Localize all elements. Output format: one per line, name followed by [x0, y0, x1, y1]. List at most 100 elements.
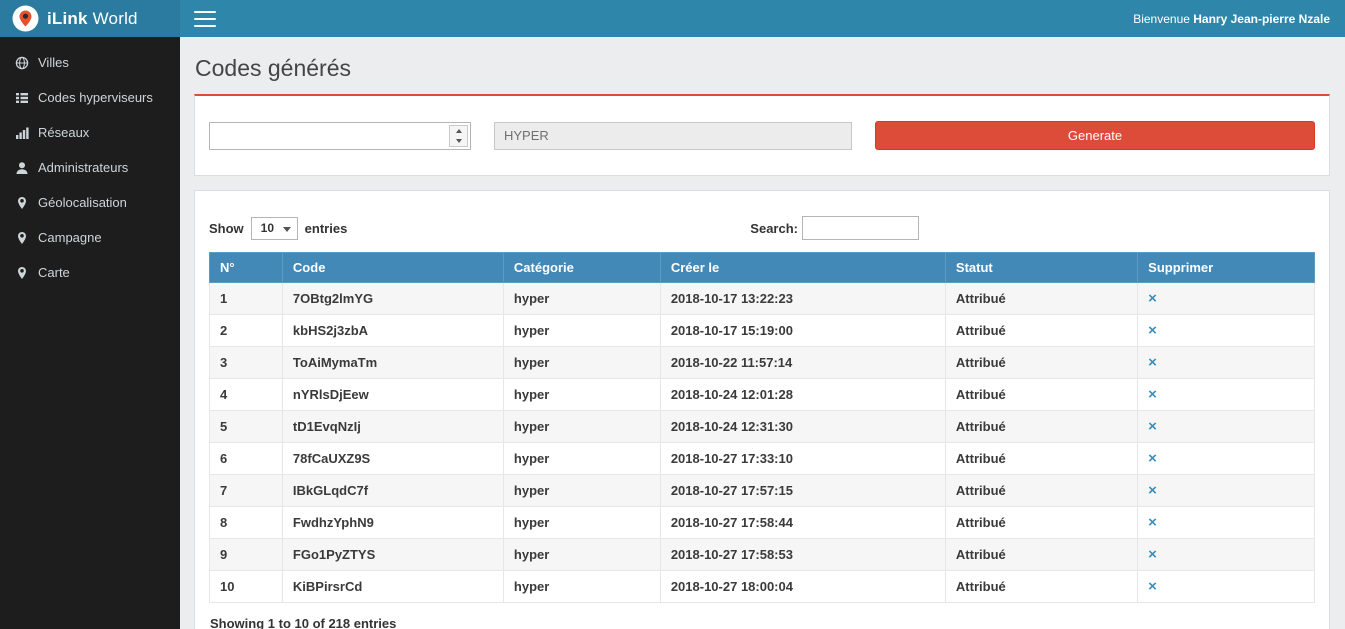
column-header[interactable]: Créer le [660, 253, 945, 283]
row-num: 9 [210, 539, 283, 571]
row-delete-cell: × [1138, 571, 1315, 603]
globe-icon [15, 56, 29, 70]
welcome-text: Bienvenue Hanry Jean-pierre Nzale [1133, 12, 1330, 26]
row-category: hyper [503, 379, 660, 411]
page-length-select[interactable]: 10 [261, 221, 275, 235]
sidebar-item-geolocalisation[interactable]: Géolocalisation [0, 185, 180, 220]
close-icon[interactable]: × [1148, 450, 1157, 467]
sidebar-item-codes-hyperviseurs[interactable]: Codes hyperviseurs [0, 80, 180, 115]
welcome-prefix: Bienvenue [1133, 12, 1190, 26]
row-created: 2018-10-27 18:00:04 [660, 571, 945, 603]
sidebar-item-label: Géolocalisation [38, 195, 127, 210]
generate-button[interactable]: Generate [875, 121, 1315, 150]
row-status: Attribué [945, 347, 1137, 379]
sidebar-item-campagne[interactable]: Campagne [0, 220, 180, 255]
row-category: hyper [503, 283, 660, 315]
sidebar-item-label: Campagne [38, 230, 102, 245]
row-delete-cell: × [1138, 379, 1315, 411]
entries-label: entries [305, 221, 348, 236]
close-icon[interactable]: × [1148, 290, 1157, 307]
row-status: Attribué [945, 379, 1137, 411]
table-row: 678fCaUXZ9Shyper2018-10-27 17:33:10Attri… [210, 443, 1315, 475]
row-category: hyper [503, 411, 660, 443]
close-icon[interactable]: × [1148, 386, 1157, 403]
signal-icon [15, 126, 29, 140]
sidebar-item-administrateurs[interactable]: Administrateurs [0, 150, 180, 185]
table-controls: Show 10 entries Search: [209, 216, 1315, 240]
table-row: 9FGo1PyZTYShyper2018-10-27 17:58:53Attri… [210, 539, 1315, 571]
close-icon[interactable]: × [1148, 578, 1157, 595]
close-icon[interactable]: × [1148, 354, 1157, 371]
row-category: hyper [503, 507, 660, 539]
table-head: N°CodeCatégorieCréer leStatutSupprimer [210, 253, 1315, 283]
spinner-down-icon[interactable] [450, 136, 467, 146]
row-code: FwdhzYphN9 [282, 507, 503, 539]
row-category: hyper [503, 315, 660, 347]
row-num: 6 [210, 443, 283, 475]
brand-light: World [93, 9, 138, 28]
column-header[interactable]: Code [282, 253, 503, 283]
page-length-select-wrap[interactable]: 10 [251, 217, 298, 240]
category-field[interactable] [494, 122, 852, 150]
user-icon [15, 161, 29, 175]
row-created: 2018-10-27 17:57:15 [660, 475, 945, 507]
sidebar-item-label: Carte [38, 265, 70, 280]
brand-bold: iLink [47, 9, 88, 28]
topbar-main: Bienvenue Hanry Jean-pierre Nzale [180, 0, 1345, 37]
map-marker-icon [15, 231, 29, 245]
topbar: iLink World Bienvenue Hanry Jean-pierre … [0, 0, 1345, 37]
close-icon[interactable]: × [1148, 514, 1157, 531]
row-num: 7 [210, 475, 283, 507]
row-status: Attribué [945, 411, 1137, 443]
row-status: Attribué [945, 283, 1137, 315]
sidebar-item-villes[interactable]: Villes [0, 45, 180, 80]
row-created: 2018-10-17 15:19:00 [660, 315, 945, 347]
table-row: 2kbHS2j3zbAhyper2018-10-17 15:19:00Attri… [210, 315, 1315, 347]
row-delete-cell: × [1138, 475, 1315, 507]
column-header[interactable]: N° [210, 253, 283, 283]
table-row: 8FwdhzYphN9hyper2018-10-27 17:58:44Attri… [210, 507, 1315, 539]
sidebar-item-carte[interactable]: Carte [0, 255, 180, 290]
search-group: Search: [750, 216, 919, 240]
row-num: 10 [210, 571, 283, 603]
spinner-up-icon[interactable] [450, 126, 467, 136]
close-icon[interactable]: × [1148, 418, 1157, 435]
code-count-input[interactable] [210, 123, 447, 149]
brand-name: iLink World [47, 9, 138, 29]
column-header[interactable]: Catégorie [503, 253, 660, 283]
code-generator-panel: Generate [194, 94, 1330, 176]
hamburger-menu-icon[interactable] [194, 11, 216, 27]
search-input[interactable] [802, 216, 919, 240]
close-icon[interactable]: × [1148, 482, 1157, 499]
close-icon[interactable]: × [1148, 322, 1157, 339]
close-icon[interactable]: × [1148, 546, 1157, 563]
table-row: 10KiBPirsrCdhyper2018-10-27 18:00:04Attr… [210, 571, 1315, 603]
showing-entries-text: Showing 1 to 10 of 218 entries [210, 616, 1315, 629]
row-code: 78fCaUXZ9S [282, 443, 503, 475]
sidebar-item-label: Administrateurs [38, 160, 128, 175]
sidebar-item-label: Villes [38, 55, 69, 70]
row-status: Attribué [945, 539, 1137, 571]
row-category: hyper [503, 443, 660, 475]
row-created: 2018-10-24 12:01:28 [660, 379, 945, 411]
row-status: Attribué [945, 315, 1137, 347]
chevron-down-icon [283, 227, 291, 232]
row-code: ToAiMymaTm [282, 347, 503, 379]
page-length-group: Show 10 entries [209, 217, 347, 240]
row-num: 4 [210, 379, 283, 411]
column-header[interactable]: Statut [945, 253, 1137, 283]
row-code: FGo1PyZTYS [282, 539, 503, 571]
row-delete-cell: × [1138, 283, 1315, 315]
row-created: 2018-10-27 17:33:10 [660, 443, 945, 475]
sidebar-item-reseaux[interactable]: Réseaux [0, 115, 180, 150]
row-num: 1 [210, 283, 283, 315]
row-code: kbHS2j3zbA [282, 315, 503, 347]
row-category: hyper [503, 347, 660, 379]
row-num: 2 [210, 315, 283, 347]
row-status: Attribué [945, 475, 1137, 507]
brand[interactable]: iLink World [0, 0, 180, 37]
row-delete-cell: × [1138, 507, 1315, 539]
column-header[interactable]: Supprimer [1138, 253, 1315, 283]
row-created: 2018-10-24 12:31:30 [660, 411, 945, 443]
row-delete-cell: × [1138, 411, 1315, 443]
